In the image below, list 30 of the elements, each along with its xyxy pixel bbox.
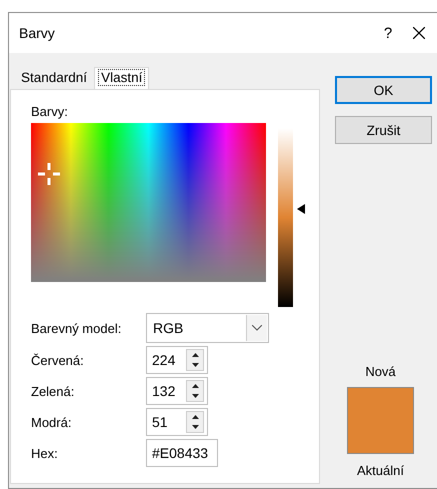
chevron-down-icon (252, 325, 262, 331)
field-value: 51 (152, 414, 169, 430)
field-label: Červená: (31, 352, 85, 368)
close-icon[interactable] (413, 27, 425, 39)
field-value: 132 (152, 383, 176, 399)
spinner-icon[interactable] (186, 349, 204, 371)
dialog-button[interactable]: Zrušit (335, 116, 432, 144)
window-title: Barvy (19, 25, 56, 41)
dialog-button[interactable]: OK (335, 76, 432, 104)
slider-arrow-icon[interactable] (297, 204, 305, 214)
spinner-icon[interactable] (186, 380, 204, 402)
field-value: 224 (152, 352, 176, 368)
help-button[interactable]: ? (373, 24, 403, 42)
field-label: Zelená: (31, 384, 76, 398)
preview-label: Aktuální (357, 463, 404, 478)
model-dropdown[interactable]: RGB (146, 313, 269, 343)
tab[interactable]: Standardní (14, 66, 94, 89)
color-spectrum[interactable] (31, 123, 266, 282)
number-field[interactable]: 51 (146, 408, 208, 436)
field-label: Modrá: (31, 414, 72, 430)
spinner-icon[interactable] (186, 411, 204, 433)
number-field[interactable]: 224 (146, 346, 208, 374)
field-label: Barevný model: (31, 320, 122, 336)
crosshair-icon (38, 163, 60, 185)
number-field[interactable]: 132 (146, 377, 208, 405)
hex-field[interactable]: #E08433 (146, 439, 218, 467)
preview-label: Nová (365, 364, 396, 379)
section-label: Barvy: (31, 104, 69, 119)
field-label: Hex: (31, 446, 59, 460)
tab[interactable]: Vlastní (94, 67, 150, 89)
